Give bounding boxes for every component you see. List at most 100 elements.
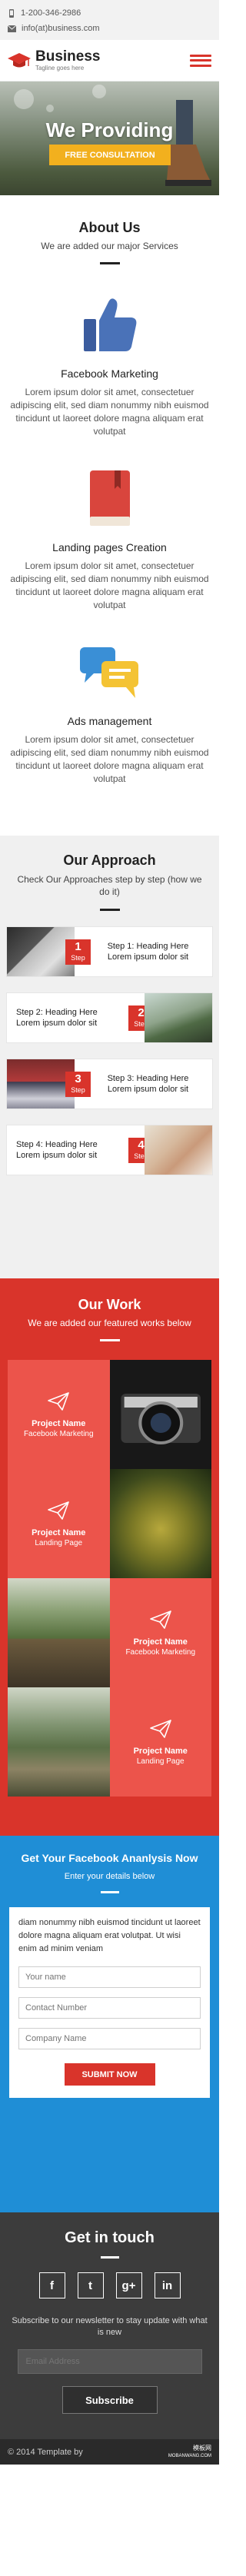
about-section: About Us We are added our major Services… [0, 195, 219, 836]
section-title: Get Your Facebook Ananlysis Now [21, 1852, 198, 1864]
step-number: 1 [75, 940, 81, 953]
brand-name: Business [35, 48, 101, 65]
service-item: Landing pages Creation Lorem ipsum dolor… [0, 467, 219, 612]
name-input[interactable] [18, 1966, 201, 1988]
top-contact-bar: 1-200-346-2986 info(at)business.com [0, 0, 219, 40]
copyright-text: © 2014 Template by [8, 2447, 83, 2457]
hero-title: We Providing [45, 118, 174, 141]
step-text: Lorem ipsum dolor sit [16, 1019, 98, 1028]
section-divider [100, 2256, 119, 2259]
menu-toggle-button[interactable] [190, 52, 211, 69]
contact-number-input[interactable] [18, 1997, 201, 2019]
linkedin-link[interactable]: in [154, 2272, 181, 2298]
section-title: Our Approach [63, 853, 156, 868]
approach-step: 3 Step Step 3: Heading Here Lorem ipsum … [6, 1059, 213, 1109]
envelope-icon [8, 25, 16, 32]
analysis-form: diam nonummy nibh euismod tincidunt ut l… [9, 1907, 210, 2098]
watermark-logo: 模板网 MOBANWANG.COM [168, 2445, 211, 2460]
portfolio-item[interactable]: Project Name Landing Page [109, 1687, 211, 1797]
step-heading: Step 2: Heading Here [16, 1008, 98, 1017]
step-text: Lorem ipsum dolor sit [107, 1085, 189, 1094]
portfolio-image-camera [109, 1360, 211, 1469]
portfolio-grid: Project Name Facebook Marketing Project … [8, 1360, 211, 1797]
phone-number[interactable]: 1-200-346-2986 [21, 8, 81, 18]
facebook-link[interactable]: f [38, 2272, 65, 2298]
paper-plane-icon [149, 1719, 171, 1738]
submit-button[interactable]: SUBMIT NOW [64, 2063, 155, 2086]
phone-row: 1-200-346-2986 [8, 5, 211, 21]
footer-title: Get in touch [65, 2229, 155, 2246]
service-item: Ads management Lorem ipsum dolor sit ame… [0, 641, 219, 786]
newsletter-text: Subscribe to our newsletter to stay upda… [12, 2316, 208, 2337]
approach-section: Our Approach Check Our Approaches step b… [0, 836, 219, 1278]
bokeh-light [92, 85, 106, 98]
project-category: Facebook Marketing [125, 1647, 196, 1657]
project-name: Project Name [32, 1418, 86, 1428]
linkedin-icon: in [161, 2279, 173, 2292]
project-name: Project Name [133, 1746, 188, 1756]
google-plus-icon: g+ [121, 2279, 136, 2292]
portfolio-image-pier [8, 1578, 110, 1687]
portfolio-image-moss [109, 1469, 211, 1578]
project-name: Project Name [32, 1527, 86, 1537]
menu-icon-bar [190, 64, 211, 67]
copyright-bar: © 2014 Template by 模板网 MOBANWANG.COM [0, 2439, 219, 2465]
step-label: Step [71, 1086, 85, 1094]
section-subtitle: We are added our featured works below [28, 1318, 191, 1328]
google-plus-link[interactable]: g+ [115, 2272, 142, 2298]
paper-plane-icon [149, 1610, 171, 1629]
service-item: Facebook Marketing Lorem ipsum dolor sit… [0, 294, 219, 438]
twitter-icon: t [88, 2279, 92, 2292]
email-address[interactable]: info(at)business.com [22, 24, 100, 33]
step-heading: Step 1: Heading Here [107, 942, 189, 951]
section-divider [99, 909, 120, 911]
step-image [7, 927, 75, 976]
watermark-line: 模板网 [193, 2444, 211, 2451]
service-description: Lorem ipsum dolor sit amet, consectetuer… [10, 560, 209, 610]
step-image [145, 1125, 212, 1175]
step-text: Lorem ipsum dolor sit [16, 1151, 98, 1160]
step-text: Lorem ipsum dolor sit [107, 952, 189, 962]
free-consultation-button[interactable]: FREE CONSULTATION [49, 145, 171, 165]
service-title: Landing pages Creation [52, 541, 167, 553]
facebook-analysis-section: Get Your Facebook Ananlysis Now Enter yo… [0, 1836, 219, 2212]
menu-icon-bar [190, 59, 211, 61]
hero-banner: We Providing FREE CONSULTATION [0, 81, 219, 195]
twitter-link[interactable]: t [77, 2272, 104, 2298]
portfolio-item[interactable]: Project Name Facebook Marketing [8, 1360, 110, 1469]
social-links: f t g+ in [0, 2272, 219, 2298]
service-title: Ads management [67, 715, 152, 727]
step-heading: Step 4: Heading Here [16, 1140, 98, 1149]
chat-bubbles-icon [79, 647, 138, 698]
form-description: diam nonummy nibh euismod tincidunt ut l… [18, 1918, 201, 1953]
site-header: Business Tagline goes here [0, 40, 219, 81]
step-number-badge: 3 Step [65, 1072, 91, 1097]
service-title: Facebook Marketing [61, 367, 158, 380]
subscribe-button[interactable]: Subscribe [62, 2386, 158, 2414]
project-category: Facebook Marketing [23, 1429, 94, 1438]
section-title: Our Work [78, 1297, 141, 1312]
section-divider [100, 1891, 119, 1893]
work-section: Our Work We are added our featured works… [0, 1278, 219, 1836]
phone-icon [9, 8, 14, 18]
watermark-line: MOBANWANG.COM [168, 2453, 211, 2458]
step-number-badge: 1 Step [65, 939, 91, 965]
book-icon [89, 470, 130, 526]
section-divider [99, 262, 120, 264]
portfolio-item[interactable]: Project Name Landing Page [8, 1469, 110, 1578]
thumbs-up-icon [83, 298, 136, 351]
step-heading: Step 3: Heading Here [107, 1074, 189, 1083]
graduation-cap-icon [8, 52, 31, 67]
newsletter-email-input[interactable] [17, 2349, 202, 2374]
paper-plane-icon [48, 1391, 70, 1411]
company-name-input[interactable] [18, 2028, 201, 2049]
brand-tagline: Tagline goes here [35, 65, 85, 71]
service-description: Lorem ipsum dolor sit amet, consectetuer… [10, 734, 209, 784]
section-title: About Us [78, 220, 141, 235]
project-name: Project Name [133, 1637, 188, 1647]
portfolio-item[interactable]: Project Name Facebook Marketing [109, 1578, 211, 1687]
step-image [7, 1059, 75, 1109]
portfolio-image-path [8, 1687, 110, 1797]
logo[interactable]: Business Tagline goes here [8, 49, 190, 71]
step-image [145, 993, 212, 1042]
